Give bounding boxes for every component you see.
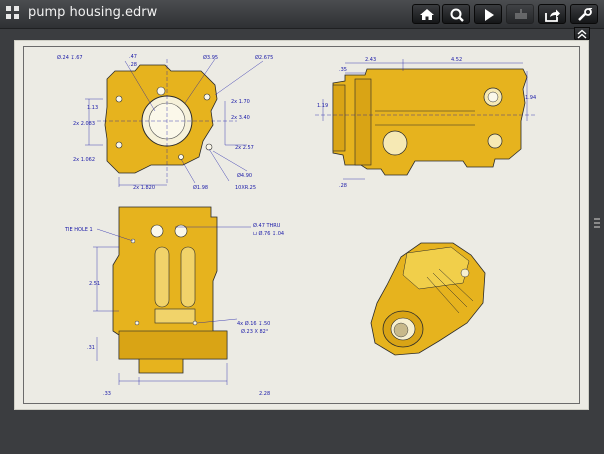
front-dim-9: 2x 1.70 (231, 99, 250, 105)
side-panel-grip[interactable] (594, 218, 600, 232)
front-view: Ø.24 ↧.67 .47 .28 Ø3.95 Ø2.675 1.13 2x 2… (57, 54, 273, 191)
home-button[interactable] (412, 4, 440, 24)
bottom-dim-1: TIE HOLE 1 (64, 227, 93, 233)
front-dim-14: Ø1.98 (193, 184, 208, 191)
front-dim-1: Ø.24 ↧.67 (57, 54, 83, 61)
bottom-dim-4: 2.51 (89, 281, 100, 287)
tools-button[interactable] (570, 4, 598, 24)
front-dim-13: 2x 1.820 (133, 185, 155, 191)
front-dim-2: .47 (129, 54, 137, 60)
front-dim-12: Ø4.90 (237, 172, 252, 179)
front-dim-6: 1.13 (87, 105, 98, 111)
front-dim-4: Ø3.95 (203, 54, 218, 61)
front-dim-15: 10XR.25 (235, 185, 256, 191)
side-view: 2.43 4.52 .35 1.19 1.94 .28 (315, 57, 536, 189)
play-button[interactable] (474, 4, 502, 24)
engineering-drawing: Ø.24 ↧.67 .47 .28 Ø3.95 Ø2.675 1.13 2x 2… (57, 54, 536, 397)
share-button[interactable] (538, 4, 566, 24)
side-dim-5: 1.94 (525, 95, 536, 101)
play-icon (485, 9, 494, 21)
bottom-dim-6: Ø.23 X 82° (241, 328, 269, 335)
bottom-dim-5: 4x Ø.16 ↧.50 (237, 320, 270, 327)
bottom-view: TIE HOLE 1 Ø.47 THRU ⊔ Ø.76 ↧.04 2.51 4x… (64, 206, 284, 397)
side-dim-3: .35 (339, 67, 347, 73)
front-dim-10: 2x 3.40 (231, 115, 250, 121)
measure-button[interactable] (506, 4, 534, 24)
share-icon (545, 9, 560, 22)
bottom-dim-7: .31 (87, 345, 95, 351)
magnifier-icon (450, 8, 464, 22)
front-dim-5: Ø2.675 (255, 54, 273, 61)
side-dim-4: 1.19 (317, 103, 328, 109)
bottom-dim-3: ⊔ Ø.76 ↧.04 (253, 230, 284, 237)
top-bar: pump housing.edrw (0, 0, 604, 29)
drawing-canvas[interactable]: Ø.24 ↧.67 .47 .28 Ø3.95 Ø2.675 1.13 2x 2… (14, 40, 589, 410)
grid-icon[interactable] (6, 6, 20, 20)
isometric-view (370, 242, 486, 356)
front-dim-8: 2x 1.062 (73, 157, 95, 163)
wrench-icon (578, 8, 593, 21)
side-dim-1: 2.43 (365, 57, 376, 63)
home-icon (420, 9, 434, 20)
bottom-dim-2: Ø.47 THRU (253, 222, 281, 229)
front-dim-3: .28 (129, 62, 137, 68)
file-title: pump housing.edrw (28, 5, 158, 20)
chevron-double-up-icon (577, 29, 587, 39)
front-dim-11: 2x 2.57 (235, 145, 254, 151)
front-dim-7: 2x 2.083 (73, 121, 95, 127)
side-dim-2: 4.52 (451, 57, 462, 63)
collapse-toolbar-button[interactable] (574, 27, 590, 41)
side-dim-6: .28 (339, 183, 347, 189)
zoom-button[interactable] (442, 4, 470, 24)
bottom-dim-8: .33 (103, 391, 111, 397)
ruler-icon (515, 9, 527, 19)
bottom-dim-9: 2.28 (259, 391, 270, 397)
